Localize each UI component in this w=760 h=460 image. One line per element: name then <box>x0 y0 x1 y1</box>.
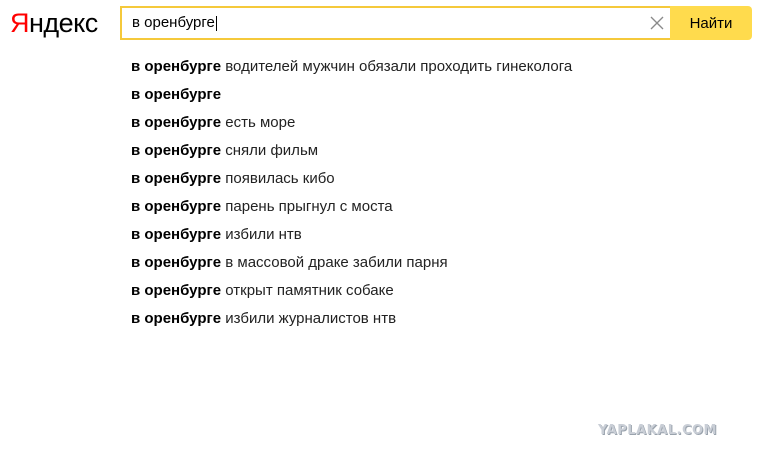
suggestion-item[interactable]: в оренбурге появилась кибо <box>131 168 572 196</box>
text-caret <box>215 16 217 31</box>
suggestion-query-part: в оренбурге <box>131 58 222 75</box>
suggestion-query-part: в оренбурге <box>131 310 222 327</box>
search-input[interactable] <box>132 8 642 38</box>
logo-rest: ндекс <box>29 8 98 38</box>
suggestion-completion: парень прыгнул с моста <box>221 198 393 215</box>
watermark: YAPLAKAL.COM <box>598 423 717 438</box>
suggestion-item[interactable]: в оренбурге есть море <box>131 112 572 140</box>
suggestion-item[interactable]: в оренбурге избили журналистов нтв <box>131 308 572 336</box>
suggestion-query-part: в оренбурге <box>131 282 222 299</box>
suggestion-completion: в массовой драке забили парня <box>221 254 448 271</box>
suggestion-query-part: в оренбурге <box>131 114 222 131</box>
suggestion-query-part: в оренбурге <box>131 198 222 215</box>
search-button[interactable]: Найти <box>670 6 752 40</box>
close-icon[interactable] <box>649 15 665 31</box>
suggestion-query-part: в оренбурге <box>131 226 222 243</box>
suggestion-item[interactable]: в оренбурге избили нтв <box>131 224 572 252</box>
suggestion-item[interactable]: в оренбурге парень прыгнул с моста <box>131 196 572 224</box>
suggestion-query-part: в оренбурге <box>131 86 222 103</box>
logo-first-letter: Я <box>10 8 30 38</box>
suggestion-query-part: в оренбурге <box>131 170 222 187</box>
suggestion-completion: избили нтв <box>221 226 302 243</box>
suggestion-query-part: в оренбурге <box>131 254 222 271</box>
suggestion-completion: избили журналистов нтв <box>221 310 397 327</box>
suggestion-item[interactable]: в оренбурге водителей мужчин обязали про… <box>131 56 572 84</box>
suggestions-list: в оренбурге водителей мужчин обязали про… <box>131 56 572 336</box>
suggestion-item[interactable]: в оренбурге <box>131 84 572 112</box>
suggestion-completion: водителей мужчин обязали проходить гинек… <box>221 58 573 75</box>
search-box <box>120 6 670 40</box>
suggestion-completion: сняли фильм <box>221 142 319 159</box>
yandex-logo[interactable]: Яндекс <box>10 6 98 40</box>
suggestion-item[interactable]: в оренбурге сняли фильм <box>131 140 572 168</box>
suggestion-completion: появилась кибо <box>221 170 335 187</box>
suggestion-item[interactable]: в оренбурге в массовой драке забили парн… <box>131 252 572 280</box>
suggestion-query-part: в оренбурге <box>131 142 222 159</box>
suggestion-item[interactable]: в оренбурге открыт памятник собаке <box>131 280 572 308</box>
suggestion-completion: открыт памятник собаке <box>221 282 394 299</box>
suggestion-completion: есть море <box>221 114 296 131</box>
